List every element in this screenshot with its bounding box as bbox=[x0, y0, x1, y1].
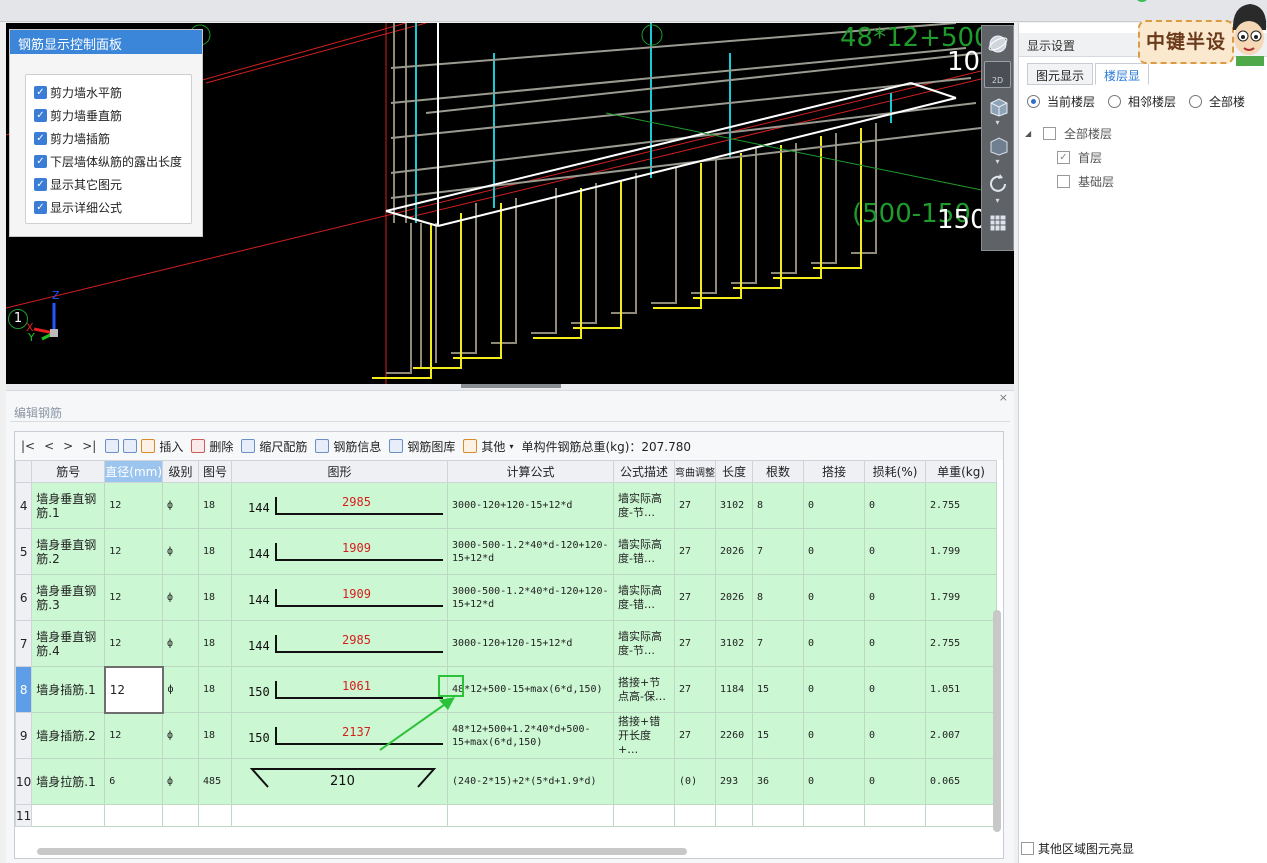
rotate-icon[interactable] bbox=[984, 170, 1011, 197]
checkbox-checked-icon[interactable]: ✓ bbox=[1057, 150, 1070, 164]
logo-text: 中键半设 bbox=[1138, 20, 1234, 64]
floor-scope-radios: 当前楼层 相邻楼层 全部楼 bbox=[1027, 93, 1258, 110]
divider bbox=[10, 421, 1010, 422]
tree-collapse-icon[interactable]: ◢ bbox=[1025, 129, 1035, 138]
chevron-down-icon[interactable]: ▾ bbox=[982, 119, 1013, 127]
radio-all-floors[interactable]: 全部楼 bbox=[1189, 93, 1245, 110]
radio-adjacent-floor[interactable]: 相邻楼层 bbox=[1108, 93, 1176, 110]
checkbox-checked-icon[interactable]: ✓ bbox=[34, 201, 47, 214]
option-shear-wall-dowel[interactable]: ✓ 剪力墙插筋 bbox=[34, 127, 191, 150]
splitter-grip[interactable] bbox=[461, 384, 561, 388]
rebar-display-control-panel: 钢筋显示控制面板 ✓ 剪力墙水平筋 ✓ 剪力墙垂直筋 ✓ 剪力墙插筋 ✓ 下层墙体纵筋的… bbox=[9, 29, 203, 237]
tab-bar: 图元显示 楼层显 bbox=[1027, 63, 1151, 85]
cartoon-avatar-icon bbox=[1232, 4, 1267, 66]
chevron-down-icon[interactable]: ▾ bbox=[982, 158, 1013, 166]
checkbox-checked-icon[interactable]: ✓ bbox=[34, 86, 47, 99]
status-dot-icon bbox=[1135, 0, 1149, 2]
option-shear-wall-vertical[interactable]: ✓ 剪力墙垂直筋 bbox=[34, 104, 191, 127]
horizontal-scrollbar[interactable] bbox=[37, 848, 687, 855]
highlight-other-area-option[interactable]: 其他区域图元亮显 bbox=[1021, 840, 1134, 857]
panel-title: 编辑钢筋 bbox=[14, 406, 63, 420]
radio-current-floor[interactable]: 当前楼层 bbox=[1027, 93, 1095, 110]
option-lower-wall-exposure[interactable]: ✓ 下层墙体纵筋的露出长度 bbox=[34, 150, 191, 173]
cube-front-icon[interactable] bbox=[984, 92, 1011, 119]
checkbox-icon[interactable] bbox=[1043, 126, 1056, 140]
checkbox-checked-icon[interactable]: ✓ bbox=[34, 155, 47, 168]
rebar-editor-frame: |< < > >| 插入 删除 缩尺配筋 钢筋信息 钢筋图库 其他 ▾ 单构件钢筋… bbox=[14, 431, 1004, 859]
floor-tree: ◢ 全部楼层 ✓ 首层 基础层 bbox=[1025, 121, 1114, 193]
tree-item-foundation-floor[interactable]: 基础层 bbox=[1025, 169, 1114, 193]
panel-title: 钢筋显示控制面板 bbox=[10, 30, 202, 54]
option-show-other-elements[interactable]: ✓ 显示其它图元 bbox=[34, 173, 191, 196]
tab-element-display[interactable]: 图元显示 bbox=[1027, 63, 1094, 85]
top-strip bbox=[0, 0, 1267, 22]
dimension-label: 10 bbox=[947, 47, 981, 77]
annotation-overlay bbox=[379, 675, 464, 751]
layer-grid-icon[interactable] bbox=[984, 209, 1011, 236]
checkbox-checked-icon[interactable]: ✓ bbox=[34, 109, 47, 122]
option-list: ✓ 剪力墙水平筋 ✓ 剪力墙垂直筋 ✓ 剪力墙插筋 ✓ 下层墙体纵筋的露出长度 ✓ 显示其… bbox=[25, 74, 192, 224]
tree-item-all-floors[interactable]: ◢ 全部楼层 bbox=[1025, 121, 1114, 145]
edit-rebar-panel: × 编辑钢筋 |< < > >| 插入 删除 缩尺配筋 钢筋信息 钢筋图库 其他… bbox=[6, 390, 1014, 863]
checkbox-icon[interactable] bbox=[1021, 842, 1034, 855]
watermark-logo: 中键半设 bbox=[1138, 4, 1267, 86]
radio-selected-icon[interactable] bbox=[1027, 95, 1040, 108]
view-toolbar: 2D ▾ ▾ ▾ bbox=[981, 25, 1014, 251]
orbit-icon[interactable] bbox=[984, 30, 1011, 57]
chevron-down-icon[interactable]: ▾ bbox=[982, 197, 1013, 205]
checkbox-icon[interactable] bbox=[1057, 174, 1070, 188]
checkbox-checked-icon[interactable]: ✓ bbox=[34, 132, 47, 145]
dimension-label: 150 bbox=[937, 205, 987, 235]
option-shear-wall-horizontal[interactable]: ✓ 剪力墙水平筋 bbox=[34, 81, 191, 104]
radio-icon[interactable] bbox=[1108, 95, 1122, 108]
vertical-scrollbar[interactable] bbox=[993, 610, 1001, 832]
close-icon[interactable]: × bbox=[999, 391, 1008, 404]
cube-iso-icon[interactable] bbox=[984, 131, 1011, 158]
axis-z-label: Z bbox=[52, 289, 60, 302]
display-settings-panel: 显示设置 图元显示 楼层显 当前楼层 相邻楼层 全部楼 ◢ 全部楼层 ✓ 首层 … bbox=[1018, 23, 1267, 863]
radio-icon[interactable] bbox=[1189, 95, 1203, 108]
view-2d-button[interactable]: 2D bbox=[984, 61, 1011, 88]
option-show-detail-formula[interactable]: ✓ 显示详细公式 bbox=[34, 196, 191, 219]
grid-axis-marker: 1 bbox=[8, 309, 28, 329]
checkbox-checked-icon[interactable]: ✓ bbox=[34, 178, 47, 191]
axis-y-label: Y bbox=[28, 331, 35, 344]
tree-item-first-floor[interactable]: ✓ 首层 bbox=[1025, 145, 1114, 169]
